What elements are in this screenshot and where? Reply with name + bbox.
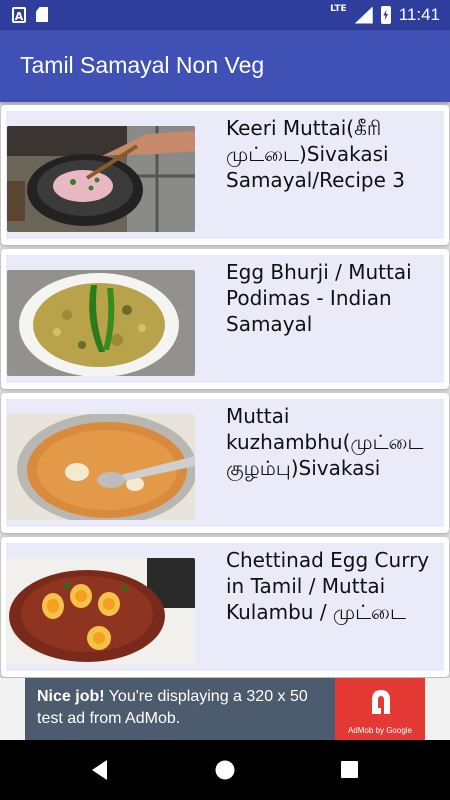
notification-a-icon: A — [12, 7, 26, 23]
recipe-thumbnail — [7, 270, 195, 376]
sd-card-icon — [36, 7, 48, 22]
recipe-title: Keeri Muttai(கீரி முட்டை)Sivakasi Samaya… — [226, 116, 406, 192]
recipe-thumbnail — [7, 126, 195, 232]
recents-icon[interactable] — [340, 758, 360, 782]
network-type: LTE — [330, 4, 347, 14]
list-item[interactable]: Chettinad Egg Curry in Tamil / Muttai Ku… — [1, 537, 449, 677]
app-title: Tamil Samayal Non Veg — [20, 52, 265, 78]
ad-headline: Nice job! — [37, 688, 105, 705]
battery-charging-icon — [380, 6, 391, 24]
signal-icon — [354, 6, 373, 24]
recipe-thumbnail — [7, 414, 195, 520]
navigation-bar — [0, 740, 450, 800]
back-icon[interactable] — [89, 758, 111, 782]
clock: 11:41 — [398, 5, 440, 24]
list-item[interactable]: Egg Bhurji / Muttai Podimas - Indian Sam… — [1, 249, 449, 389]
ad-text: Nice job! You're displaying a 320 x 50 t… — [37, 686, 337, 730]
recipe-list[interactable]: Keeri Muttai(கீரி முட்டை)Sivakasi Samaya… — [0, 102, 450, 678]
ad-banner[interactable]: Nice job! You're displaying a 320 x 50 t… — [0, 678, 450, 740]
app-bar: Tamil Samayal Non Veg — [0, 30, 450, 102]
home-icon[interactable] — [214, 758, 236, 782]
admob-brand: AdMob by Google — [347, 726, 413, 735]
list-item[interactable]: Muttai kuzhambhu(முட்டை குழம்பு)Sivakasi — [1, 393, 449, 533]
recipe-title: Chettinad Egg Curry in Tamil / Muttai Ku… — [226, 548, 430, 624]
recipe-title: Egg Bhurji / Muttai Podimas - Indian Sam… — [226, 260, 412, 336]
list-item[interactable]: Keeri Muttai(கீரி முட்டை)Sivakasi Samaya… — [1, 105, 449, 245]
admob-logo: AdMob by Google — [335, 678, 425, 740]
recipe-title: Muttai kuzhambhu(முட்டை குழம்பு)Sivakasi — [226, 404, 424, 480]
admob-logo-icon — [372, 690, 390, 714]
recipe-thumbnail — [7, 558, 195, 664]
ad-banner-body[interactable]: Nice job! You're displaying a 320 x 50 t… — [25, 678, 425, 740]
status-bar: A LTE 11:41 — [0, 0, 450, 30]
